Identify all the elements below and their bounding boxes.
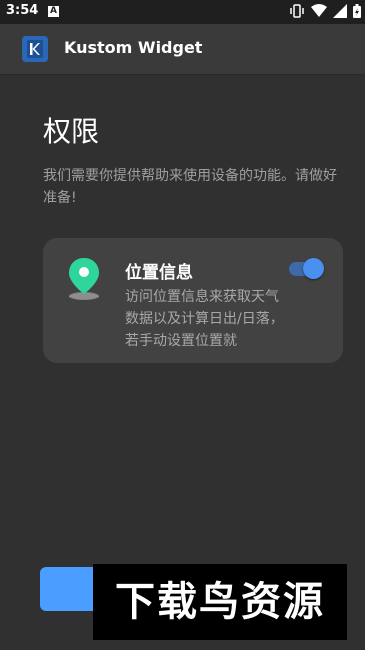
permission-description: 访问位置信息来获取天气数据以及计算日出/日落，若手动设置位置就	[125, 289, 284, 349]
kustom-logo-icon	[22, 36, 48, 62]
battery-icon	[353, 4, 361, 18]
toggle-knob	[303, 258, 324, 279]
status-bar: 3:54 A	[0, 0, 365, 24]
page-description: 我们需要你提供帮助来使用设备的功能。请做好准备!	[43, 168, 337, 206]
wifi-icon	[311, 4, 327, 17]
watermark: 下载鸟资源	[93, 564, 347, 640]
app-title: Kustom Widget	[64, 38, 203, 57]
page-title: 权限	[43, 115, 100, 148]
status-time: 3:54	[6, 3, 39, 18]
permission-card-location: 位置信息 访问位置信息来获取天气数据以及计算日出/日落，若手动设置位置就	[43, 238, 343, 363]
app-logo	[22, 36, 48, 62]
status-icons	[289, 4, 361, 18]
app-bar: Kustom Widget	[0, 24, 365, 75]
location-pin-icon	[65, 256, 103, 302]
location-permission-toggle[interactable]	[289, 258, 325, 279]
notification-icon: A	[48, 6, 59, 17]
vibrate-icon	[290, 4, 304, 18]
permission-title: 位置信息	[125, 263, 193, 283]
signal-icon	[333, 4, 347, 18]
